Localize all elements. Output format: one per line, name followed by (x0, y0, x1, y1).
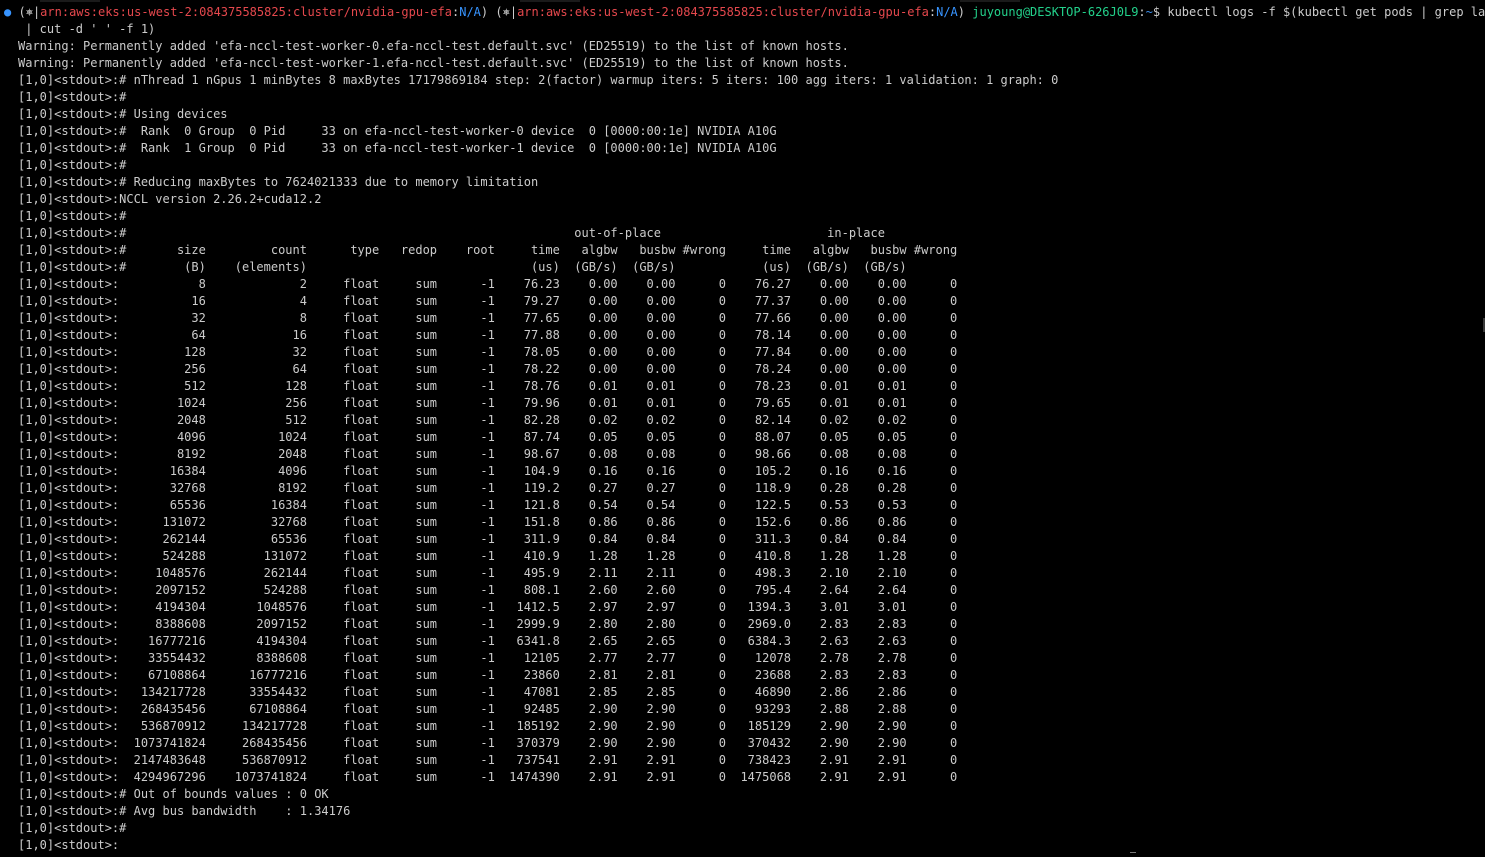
output-line: [1,0]<stdout>:# Reducing maxBytes to 762… (18, 175, 539, 189)
user-host: juyoung@DESKTOP-626J0L9 (972, 5, 1139, 19)
output-line: [1,0]<stdout>:# (18, 90, 127, 104)
kube-context: arn:aws:eks:us-west-2:084375585825:clust… (40, 5, 452, 19)
output-line: [1,0]<stdout>: 16384 4096 float sum -1 1… (18, 464, 958, 478)
output-line: [1,0]<stdout>: 32 8 float sum -1 77.65 0… (18, 311, 958, 325)
output-line: [1,0]<stdout>: 256 64 float sum -1 78.22… (18, 362, 958, 376)
output-line: [1,0]<stdout>:# size count type redop ro… (18, 243, 958, 257)
output-line: [1,0]<stdout>: 65536 16384 float sum -1 … (18, 498, 958, 512)
output-line: [1,0]<stdout>: 16777216 4194304 float su… (18, 634, 958, 648)
output-line: [1,0]<stdout>: 268435456 67108864 float … (18, 702, 958, 716)
output-line: [1,0]<stdout>: 8388608 2097152 float sum… (18, 617, 958, 631)
scrolled-off-fragment (960, 0, 1020, 2)
output-line: [1,0]<stdout>: 536870912 134217728 float… (18, 719, 958, 733)
output-line: [1,0]<stdout>:# Avg bus bandwidth : 1.34… (18, 804, 351, 818)
output-line: [1,0]<stdout>: 32768 8192 float sum -1 1… (18, 481, 958, 495)
output-line: [1,0]<stdout>: 8 2 float sum -1 76.23 0.… (18, 277, 958, 291)
output-line: [1,0]<stdout>:# (18, 209, 127, 223)
prompt-dollar: $ (1152, 5, 1161, 19)
output-line: [1,0]<stdout>: 2097152 524288 float sum … (18, 583, 958, 597)
output-line: [1,0]<stdout>: 2147483648 536870912 floa… (18, 753, 958, 767)
output-line: [1,0]<stdout>: 2048 512 float sum -1 82.… (18, 413, 958, 427)
output-line: [1,0]<stdout>: 16 4 float sum -1 79.27 0… (18, 294, 958, 308)
scrolled-off-fragment (520, 0, 580, 2)
output-line: [1,0]<stdout>:# out-of-place in-place (18, 226, 885, 240)
output-line: [1,0]<stdout>: 4294967296 1073741824 flo… (18, 770, 958, 784)
kube-context: arn:aws:eks:us-west-2:084375585825:clust… (517, 5, 929, 19)
output-line: [1,0]<stdout>:# Using devices (18, 107, 228, 121)
output-line: [1,0]<stdout>: 1024 256 float sum -1 79.… (18, 396, 958, 410)
output-line: [1,0]<stdout>:# Rank 1 Group 0 Pid 33 on… (18, 141, 777, 155)
terminal-window[interactable]: ● (⎈|arn:aws:eks:us-west-2:084375585825:… (0, 0, 1485, 857)
output-line: [1,0]<stdout>: 33554432 8388608 float su… (18, 651, 958, 665)
output-line: Warning: Permanently added 'efa-nccl-tes… (18, 56, 849, 70)
output-line: Warning: Permanently added 'efa-nccl-tes… (18, 39, 849, 53)
output-line: [1,0]<stdout>:NCCL version 2.26.2+cuda12… (18, 192, 322, 206)
output-line: [1,0]<stdout>: 512 128 float sum -1 78.7… (18, 379, 958, 393)
output-line: [1,0]<stdout>: 8192 2048 float sum -1 98… (18, 447, 958, 461)
output-line: [1,0]<stdout>: 1073741824 268435456 floa… (18, 736, 958, 750)
kubernetes-icon: ⎈ (502, 5, 510, 19)
output-line: [1,0]<stdout>: 64 16 float sum -1 77.88 … (18, 328, 958, 342)
output-line: [1,0]<stdout>:# (B) (elements) (us) (GB/… (18, 260, 907, 274)
output-line: [1,0]<stdout>: 524288 131072 float sum -… (18, 549, 958, 563)
cursor-marker (1130, 852, 1136, 857)
output-line: [1,0]<stdout>: 4194304 1048576 float sum… (18, 600, 958, 614)
scrolled-off-line (0, 0, 1485, 3)
command-text[interactable]: kubectl logs -f $(kubectl get pods | gre… (1167, 5, 1485, 19)
status-dot-icon: ● (4, 5, 12, 19)
output-line: [1,0]<stdout>:# Out of bounds values : 0… (18, 787, 329, 801)
command-continuation[interactable]: | cut -d ' ' -f 1) (18, 21, 155, 38)
command-prompt[interactable]: ● (⎈|arn:aws:eks:us-west-2:084375585825:… (4, 4, 1485, 21)
working-directory: ~ (1145, 5, 1153, 19)
output-line: [1,0]<stdout>:# (18, 821, 127, 835)
kube-namespace: N/A (459, 5, 481, 19)
output-line: [1,0]<stdout>:# (18, 158, 127, 172)
output-line: [1,0]<stdout>: (18, 838, 120, 852)
output-line: [1,0]<stdout>:# Rank 0 Group 0 Pid 33 on… (18, 124, 777, 138)
output-line: [1,0]<stdout>: 4096 1024 float sum -1 87… (18, 430, 958, 444)
output-line: [1,0]<stdout>: 128 32 float sum -1 78.05… (18, 345, 958, 359)
output-line: [1,0]<stdout>: 131072 32768 float sum -1… (18, 515, 958, 529)
kubernetes-icon: ⎈ (25, 5, 33, 19)
output-line: [1,0]<stdout>: 67108864 16777216 float s… (18, 668, 958, 682)
output-line: [1,0]<stdout>:# nThread 1 nGpus 1 minByt… (18, 73, 1059, 87)
scrolled-off-fragment (40, 0, 100, 2)
output-line: [1,0]<stdout>: 262144 65536 float sum -1… (18, 532, 958, 546)
kube-namespace: N/A (936, 5, 958, 19)
output-line: [1,0]<stdout>: 134217728 33554432 float … (18, 685, 958, 699)
output-line: [1,0]<stdout>: 1048576 262144 float sum … (18, 566, 958, 580)
